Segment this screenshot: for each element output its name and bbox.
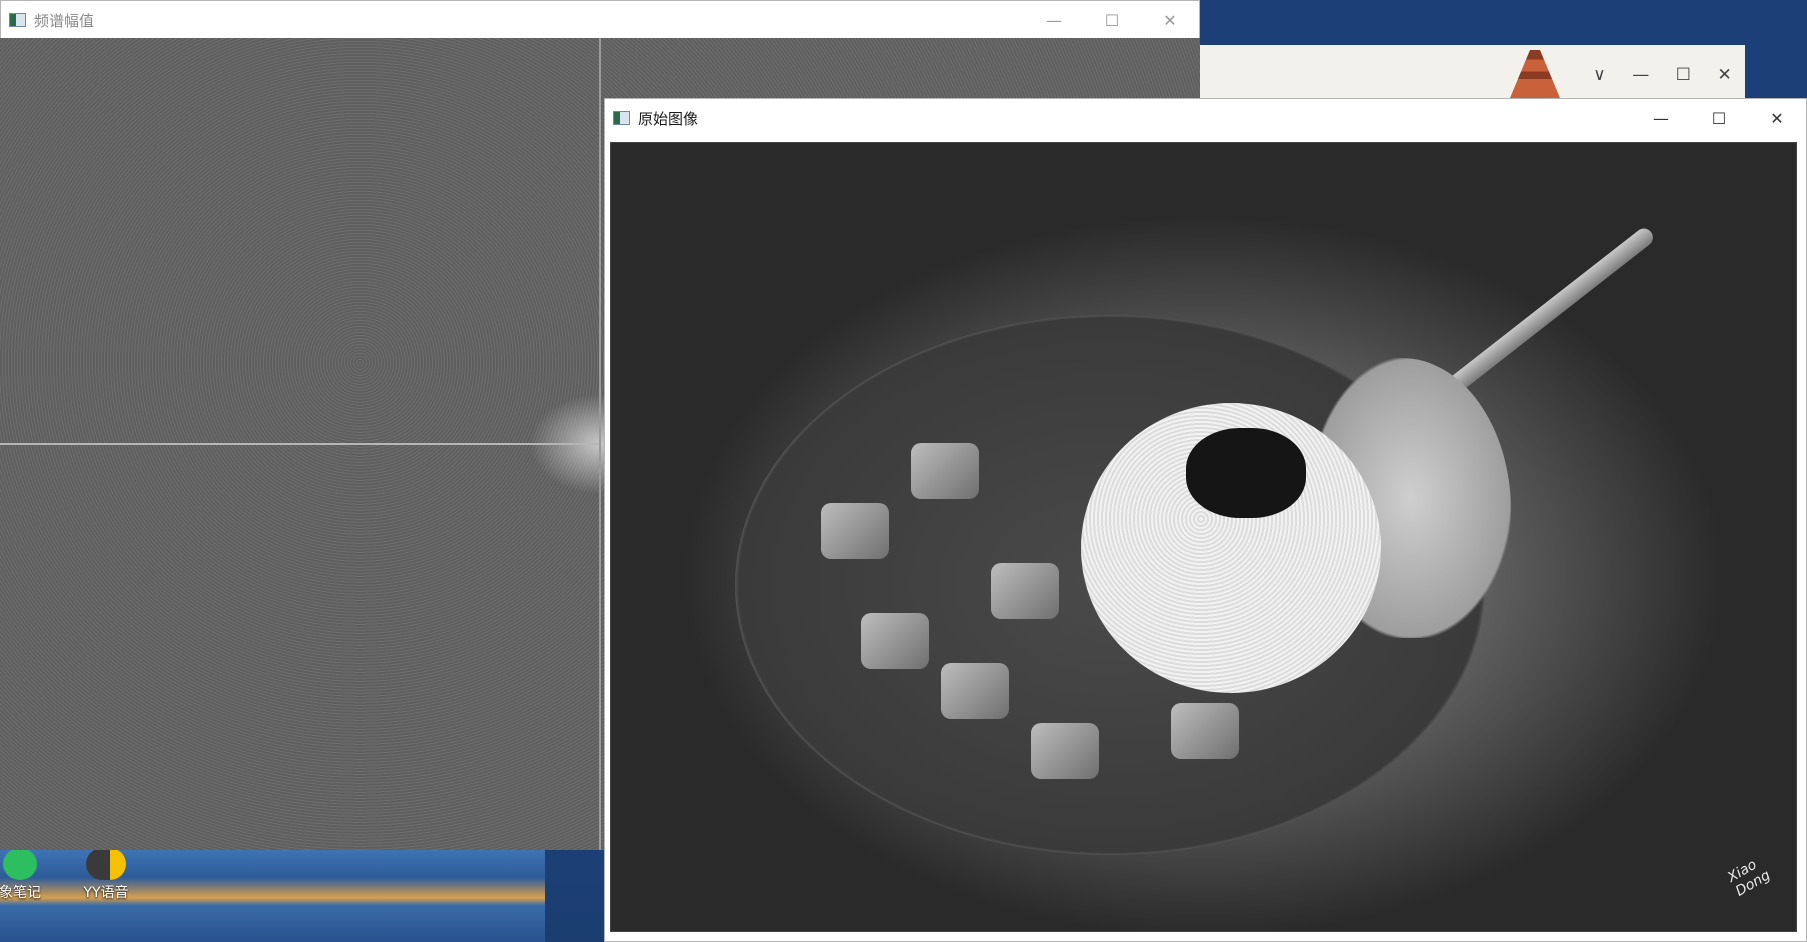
minimize-icon: — [1046, 10, 1062, 30]
app-icon [9, 13, 26, 27]
evernote-icon [3, 848, 37, 880]
food-chunk [821, 503, 889, 559]
chevron-down-icon[interactable]: ∨ [1593, 65, 1605, 85]
minimize-icon: — [1653, 108, 1669, 128]
food-chunk [861, 613, 929, 669]
maximize-icon[interactable]: ☐ [1676, 65, 1691, 85]
close-icon[interactable]: ✕ [1717, 65, 1731, 85]
food-chunk [941, 663, 1009, 719]
minimize-button[interactable]: — [1025, 1, 1083, 39]
maximize-button[interactable]: ☐ [1690, 99, 1748, 137]
minimize-icon[interactable]: — [1632, 65, 1649, 85]
maximize-icon: ☐ [1104, 10, 1120, 30]
desktop-icon-label: 象笔记 [0, 885, 41, 901]
spectrum-titlebar[interactable]: 频谱幅值 — ☐ ✕ [1, 1, 1199, 39]
desktop-icon-label: YY语音 [83, 885, 129, 901]
maximize-button[interactable]: ☐ [1083, 1, 1141, 39]
food-chunk [1171, 703, 1239, 759]
close-button[interactable]: ✕ [1748, 99, 1806, 137]
food-chunk [911, 443, 979, 499]
spectrum-horizontal-axis [0, 443, 600, 445]
desktop-icon-yy[interactable]: YY语音 [66, 848, 146, 902]
close-icon: ✕ [1770, 108, 1784, 128]
background-window-controls: ∨ — ☐ ✕ [1580, 55, 1745, 95]
original-titlebar[interactable]: 原始图像 — ☐ ✕ [605, 99, 1806, 137]
sauce-topping [1186, 428, 1306, 518]
yy-voice-icon [86, 848, 126, 880]
grayscale-food-photo: Xiao Dong [610, 142, 1797, 932]
spectrum-vertical-axis [599, 38, 601, 850]
window-title: 频谱幅值 [34, 11, 95, 30]
close-icon: ✕ [1163, 10, 1177, 30]
close-button[interactable]: ✕ [1141, 1, 1199, 39]
food-chunk [1031, 723, 1099, 779]
desktop-icon-evernote[interactable]: 象笔记 [0, 848, 60, 902]
food-chunk [991, 563, 1059, 619]
maximize-icon: ☐ [1711, 108, 1727, 128]
app-icon [613, 111, 630, 125]
window-title: 原始图像 [638, 109, 699, 128]
minimize-button[interactable]: — [1632, 99, 1690, 137]
photo-signature: Xiao Dong [1725, 856, 1774, 900]
